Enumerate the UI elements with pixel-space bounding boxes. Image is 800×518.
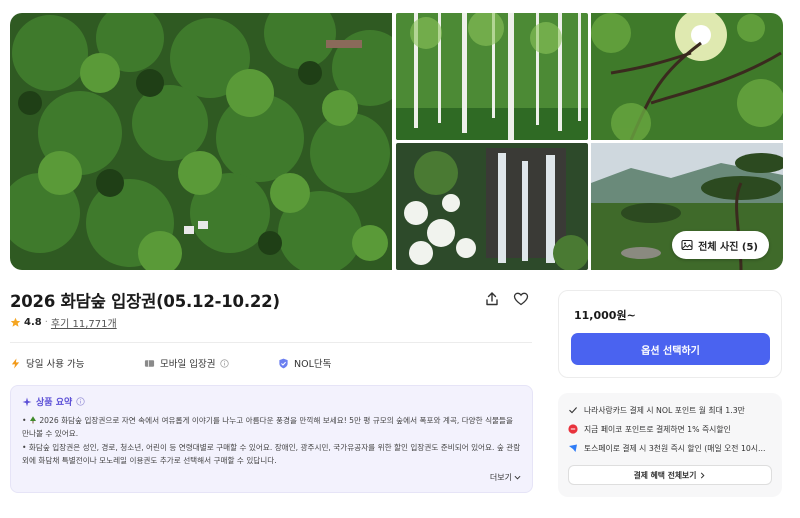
ticket-icon	[144, 359, 155, 367]
heart-icon[interactable]	[513, 291, 529, 307]
summary-line: • 2026 화담숲 입장권으로 자연 속에서 여유롭게 이야기를 나누고 아름…	[22, 416, 514, 438]
shield-check-icon	[279, 358, 288, 368]
photo-gallery: 전체 사진 (5)	[10, 13, 783, 270]
divider	[10, 342, 532, 343]
payment-benefits: 나라사랑카드 결제 시 NOL 포인트 월 최대 1.3만 지금 페이코 포인트…	[558, 393, 782, 497]
toss-icon	[569, 444, 577, 452]
feature-label: 모바일 입장권	[160, 359, 216, 370]
gallery-photo-waterfall[interactable]	[396, 143, 588, 270]
review-count-link[interactable]: 후기 11,771개	[51, 315, 117, 330]
all-photos-button[interactable]: 전체 사진 (5)	[672, 231, 769, 259]
gallery-photo-birch[interactable]	[396, 13, 588, 140]
feature-nol-exclusive: NOL단독	[278, 356, 331, 370]
info-icon[interactable]	[220, 358, 230, 368]
select-option-button[interactable]: 옵션 선택하기	[571, 333, 770, 365]
gallery-photo-canopy[interactable]	[591, 13, 783, 140]
check-icon	[569, 407, 578, 414]
all-photos-label: 전체 사진 (5)	[698, 241, 758, 253]
benefit-item: 지금 페이코 포인트로 결제하면 1% 즉시할인	[568, 421, 772, 437]
feature-row: 당일 사용 가능 모바일 입장권 NOL단독	[10, 356, 532, 372]
sparkle-icon	[22, 397, 32, 406]
info-icon[interactable]	[76, 397, 85, 406]
more-label: 더보기	[489, 473, 512, 482]
image-icon	[681, 239, 693, 251]
view-all-benefits-button[interactable]: 결제 혜택 전체보기	[568, 465, 772, 485]
star-icon	[10, 317, 21, 327]
summary-header: 상품 요약	[22, 395, 521, 408]
payco-icon	[568, 424, 578, 434]
rating-row: 4.8 · 후기 11,771개	[10, 315, 117, 330]
rating-separator: ·	[44, 317, 48, 328]
feature-same-day: 당일 사용 가능	[10, 356, 84, 370]
benefit-item: 나라사랑카드 결제 시 NOL 포인트 월 최대 1.3만	[568, 402, 772, 418]
product-summary: 상품 요약 • 2026 화담숲 입장권으로 자연 속에서 여유롭게 이야기를 …	[10, 385, 533, 493]
summary-title: 상품 요약	[36, 398, 73, 408]
summary-line: • 화담숲 입장권은 성인, 경로, 청소년, 어린이 등 연령대별로 구매할 …	[22, 443, 521, 465]
price: 11,000원~	[574, 309, 636, 322]
more-button[interactable]: 더보기	[490, 472, 521, 483]
feature-mobile-ticket: 모바일 입장권	[144, 356, 230, 370]
view-all-benefits-label: 결제 혜택 전체보기	[633, 470, 697, 480]
share-icon[interactable]	[484, 291, 500, 307]
gallery-photo-forest[interactable]	[10, 13, 392, 270]
rating-value: 4.8	[24, 317, 42, 328]
benefit-item: 토스페이로 결제 시 3천원 즉시 할인 (매일 오전 10시...	[568, 440, 772, 456]
feature-label: 당일 사용 가능	[26, 359, 85, 370]
chevron-down-icon	[514, 475, 521, 480]
price-card: 11,000원~ 옵션 선택하기	[558, 290, 782, 378]
product-title: 2026 화담숲 입장권(05.12-10.22)	[10, 292, 280, 311]
chevron-right-icon	[701, 472, 705, 478]
feature-label: NOL단독	[294, 359, 332, 370]
tree-icon	[29, 416, 36, 424]
summary-body: • 2026 화담숲 입장권으로 자연 속에서 여유롭게 이야기를 나누고 아름…	[22, 415, 521, 467]
lightning-icon	[11, 357, 20, 369]
